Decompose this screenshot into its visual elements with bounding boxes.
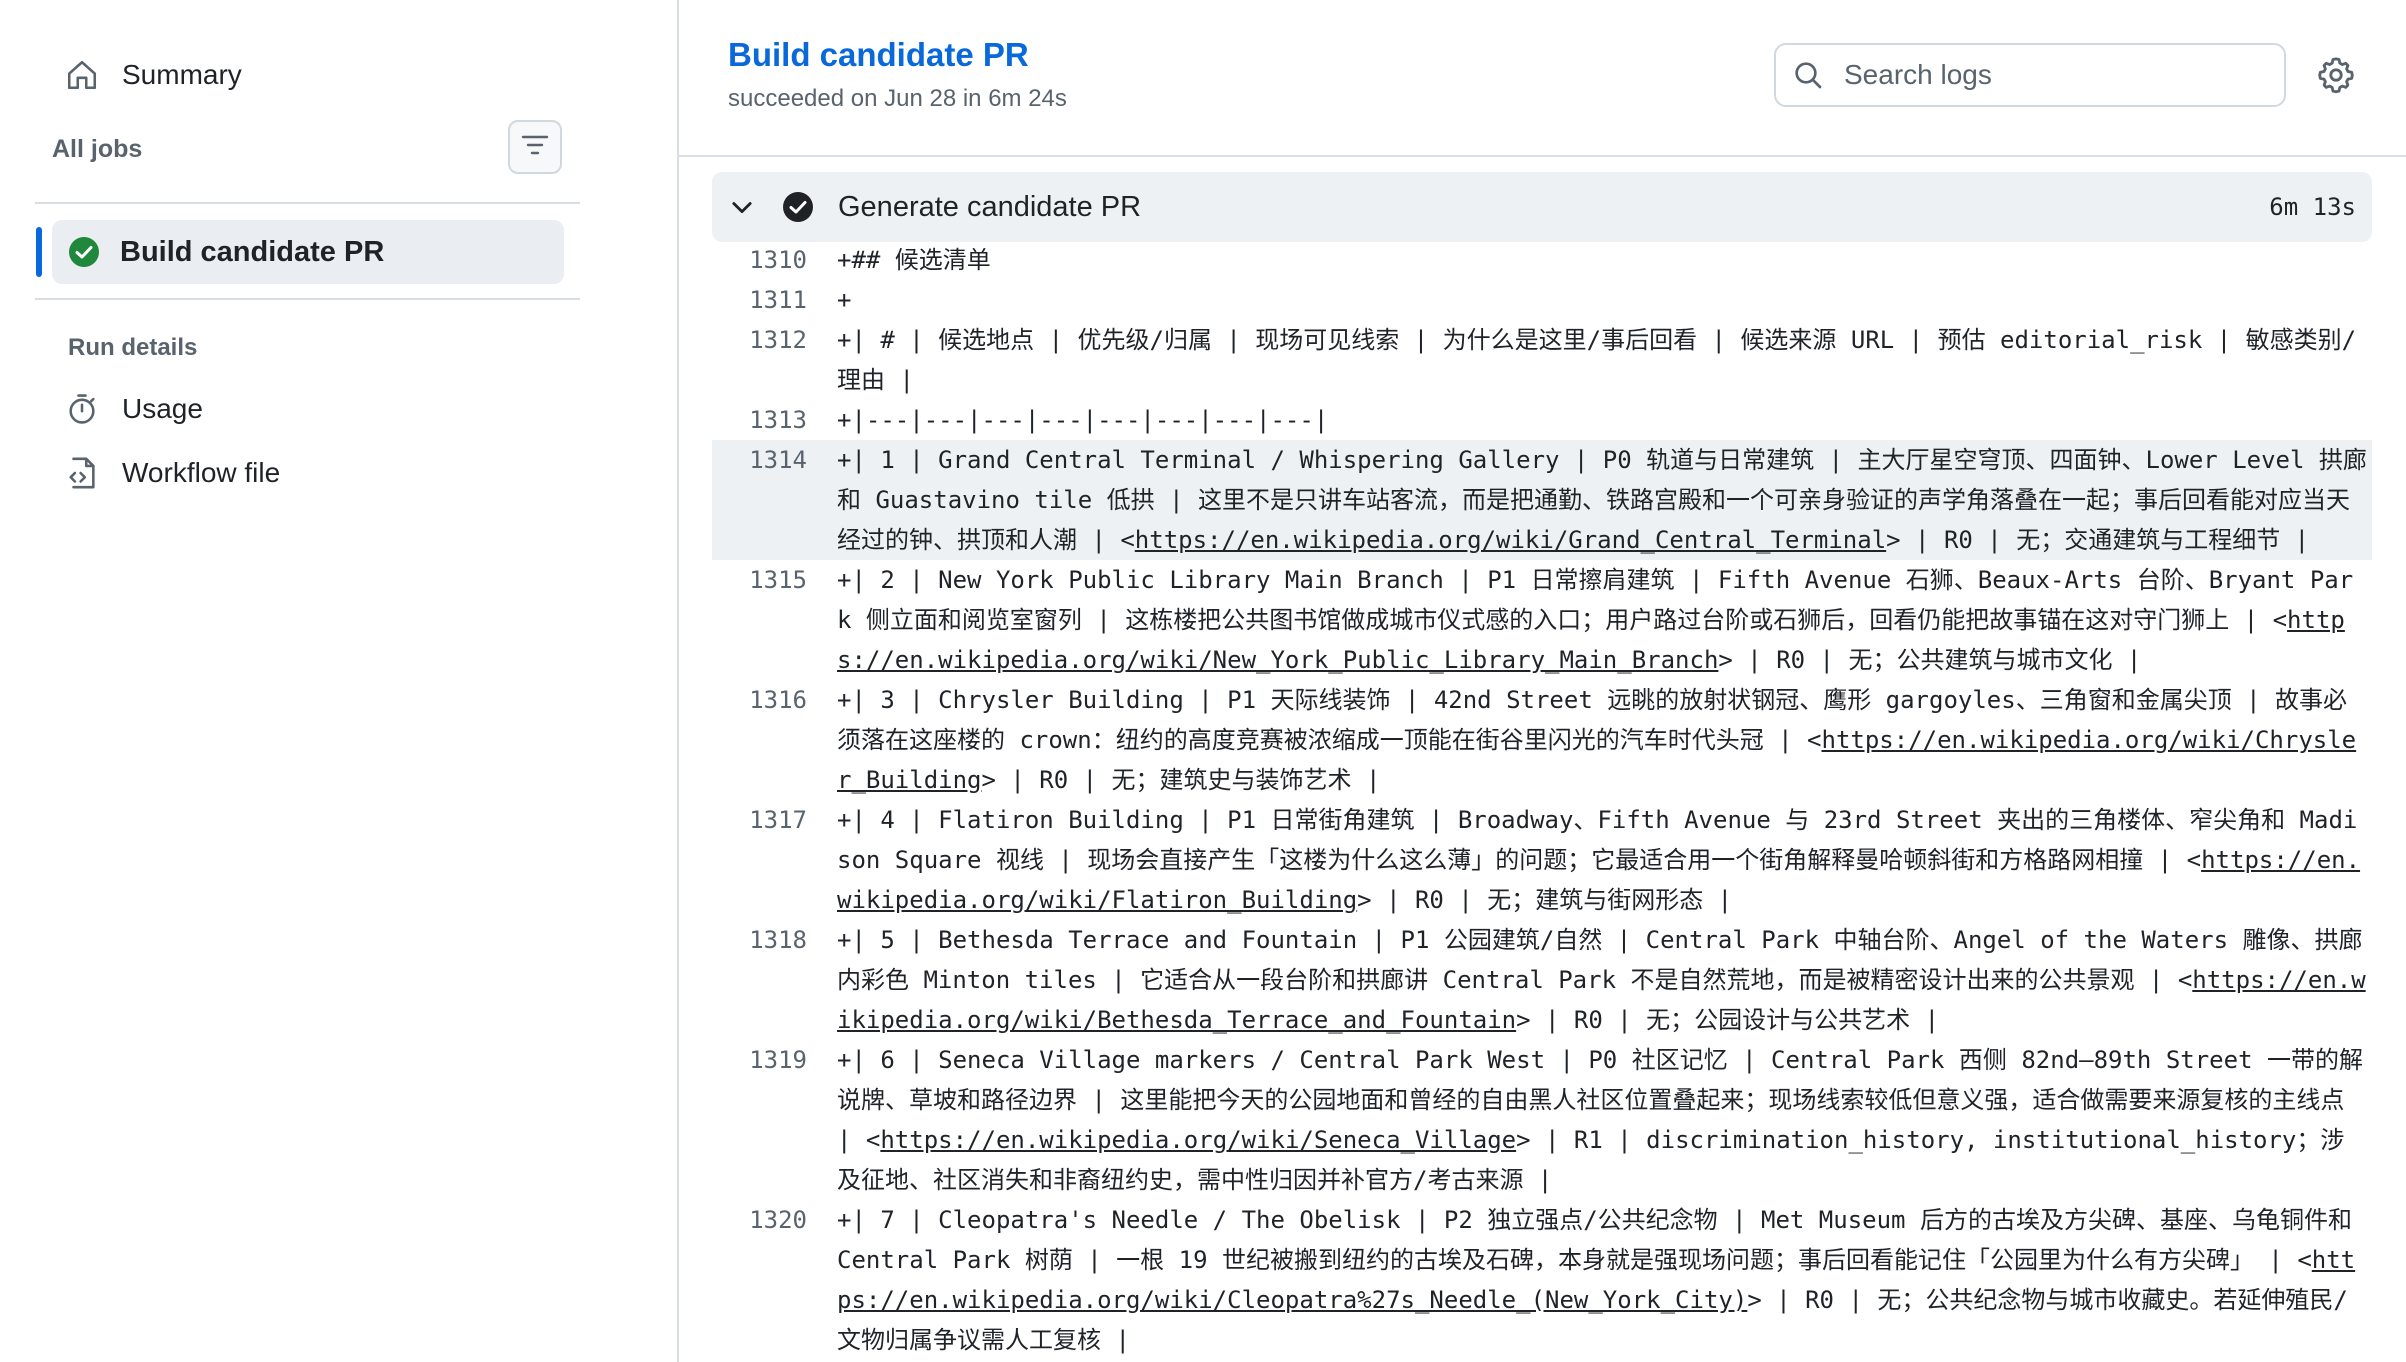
- sidebar-divider: [35, 298, 580, 300]
- log-text-segment: +|---|---|---|---|---|---|---|---|: [837, 406, 1329, 434]
- run-details-label: Run details: [68, 334, 198, 361]
- log-text: +| 4 | Flatiron Building | P1 日常街角建筑 | B…: [837, 800, 2367, 920]
- log-line: 1319 +| 6 | Seneca Village markers / Cent…: [712, 1040, 2372, 1200]
- line-number[interactable]: 1317: [712, 800, 807, 920]
- line-number[interactable]: 1310: [712, 240, 807, 280]
- filter-button[interactable]: [508, 120, 562, 174]
- log-link[interactable]: https://en.wikipedia.org/wiki/Grand_Cent…: [1135, 526, 1886, 554]
- log-output: 1310 +## 候选清单 1311 +1312 +| # | 候选地点 | 优先级/归…: [712, 240, 2372, 1360]
- line-number[interactable]: 1313: [712, 400, 807, 440]
- gear-icon[interactable]: [2317, 56, 2355, 94]
- log-text-segment: +## 候选清单: [837, 246, 991, 274]
- summary-label: Summary: [122, 59, 242, 90]
- log-text: +| 1 | Grand Central Terminal / Whisperi…: [837, 440, 2367, 560]
- usage-label: Usage: [122, 393, 203, 424]
- log-text: +|---|---|---|---|---|---|---|---|: [837, 400, 2367, 440]
- log-text-segment: > | R0 | 无；交通建筑与工程细节 |: [1886, 526, 2310, 554]
- log-line: 1314 +| 1 | Grand Central Terminal / Whis…: [712, 440, 2372, 560]
- log-line: 1318 +| 5 | Bethesda Terrace and Fountain…: [712, 920, 2372, 1040]
- log-line: 1320 +| 7 | Cleopatra's Needle / The Obel…: [712, 1200, 2372, 1360]
- search-input[interactable]: [1842, 58, 2266, 92]
- line-number[interactable]: 1316: [712, 680, 807, 800]
- log-line: 1310 +## 候选清单: [712, 240, 2372, 280]
- log-line: 1316 +| 3 | Chrysler Building | P1 天际线装饰 …: [712, 680, 2372, 800]
- workflow-file-label: Workflow file: [122, 457, 281, 488]
- step-name: Generate candidate PR: [838, 190, 1142, 223]
- line-number[interactable]: 1318: [712, 920, 807, 1040]
- log-text-segment: +| 2 | New York Public Library Main Bran…: [837, 566, 2354, 634]
- log-line: 1317 +| 4 | Flatiron Building | P1 日常街角建筑…: [712, 800, 2372, 920]
- log-link[interactable]: https://en.wikipedia.org/wiki/Seneca_Vil…: [880, 1126, 1516, 1154]
- line-number[interactable]: 1319: [712, 1040, 807, 1200]
- step-header[interactable]: Generate candidate PR 6m 13s: [712, 172, 2372, 242]
- step-duration: 6m 13s: [2269, 193, 2356, 221]
- usage-link[interactable]: Usage: [52, 379, 562, 439]
- log-text-segment: > | R0 | 无；建筑与街网形态 |: [1357, 886, 1733, 914]
- selected-indicator: [36, 227, 42, 277]
- log-text-segment: > | R0 | 无；建筑史与装饰艺术 |: [981, 766, 1381, 794]
- log-text: +## 候选清单: [837, 240, 2367, 280]
- all-jobs-label: All jobs: [52, 135, 143, 163]
- file-code-icon: [62, 453, 102, 493]
- log-line: 1312 +| # | 候选地点 | 优先级/归属 | 现场可见线索 | 为什么是…: [712, 320, 2372, 400]
- log-text: +: [837, 280, 2367, 320]
- log-text: +| 3 | Chrysler Building | P1 天际线装饰 | 42…: [837, 680, 2367, 800]
- line-number[interactable]: 1311: [712, 280, 807, 320]
- log-text-segment: > | R0 | 无；公共建筑与城市文化 |: [1718, 646, 2142, 674]
- sidebar-divider: [35, 202, 580, 204]
- chevron-down-icon[interactable]: [728, 193, 756, 221]
- log-text: +| 7 | Cleopatra's Needle / The Obelisk …: [837, 1200, 2367, 1360]
- success-check-icon: [68, 236, 100, 268]
- log-text-segment: +| 5 | Bethesda Terrace and Fountain | P…: [837, 926, 2363, 994]
- log-text: +| # | 候选地点 | 优先级/归属 | 现场可见线索 | 为什么是这里/事…: [837, 320, 2367, 400]
- job-label: Build candidate PR: [120, 235, 385, 268]
- run-title[interactable]: Build candidate PR: [728, 36, 1029, 74]
- sidebar: Summary All jobs Build candidate PR Run …: [0, 0, 679, 1362]
- summary-link[interactable]: Summary: [52, 45, 562, 105]
- step-success-icon: [782, 191, 814, 223]
- log-text-segment: +| 4 | Flatiron Building | P1 日常街角建筑 | B…: [837, 806, 2358, 874]
- filter-icon: [520, 133, 550, 162]
- log-text-segment: +| 7 | Cleopatra's Needle / The Obelisk …: [837, 1206, 2367, 1274]
- run-status: succeeded on Jun 28 in 6m 24s: [728, 85, 1067, 112]
- line-number[interactable]: 1315: [712, 560, 807, 680]
- log-text: +| 6 | Seneca Village markers / Central …: [837, 1040, 2367, 1200]
- log-text-segment: +: [837, 286, 852, 314]
- home-icon: [62, 55, 102, 95]
- search-icon: [1792, 58, 1826, 92]
- line-number[interactable]: 1320: [712, 1200, 807, 1360]
- workflow-file-link[interactable]: Workflow file: [52, 443, 562, 503]
- log-text-segment: > | R0 | 无；公园设计与公共艺术 |: [1516, 1006, 1940, 1034]
- header-divider: [679, 155, 2406, 157]
- job-item-build-candidate-pr[interactable]: Build candidate PR: [52, 220, 564, 284]
- log-panel: Build candidate PR succeeded on Jun 28 i…: [679, 0, 2406, 1362]
- log-text-segment: +| # | 候选地点 | 优先级/归属 | 现场可见线索 | 为什么是这里/事…: [837, 326, 2357, 394]
- stopwatch-icon: [62, 389, 102, 429]
- log-line: 1313 +|---|---|---|---|---|---|---|---|: [712, 400, 2372, 440]
- log-line: 1315 +| 2 | New York Public Library Main …: [712, 560, 2372, 680]
- log-text: +| 2 | New York Public Library Main Bran…: [837, 560, 2367, 680]
- search-box[interactable]: [1774, 43, 2286, 107]
- log-text: +| 5 | Bethesda Terrace and Fountain | P…: [837, 920, 2367, 1040]
- line-number[interactable]: 1312: [712, 320, 807, 400]
- log-line: 1311 +: [712, 280, 2372, 320]
- line-number[interactable]: 1314: [712, 440, 807, 560]
